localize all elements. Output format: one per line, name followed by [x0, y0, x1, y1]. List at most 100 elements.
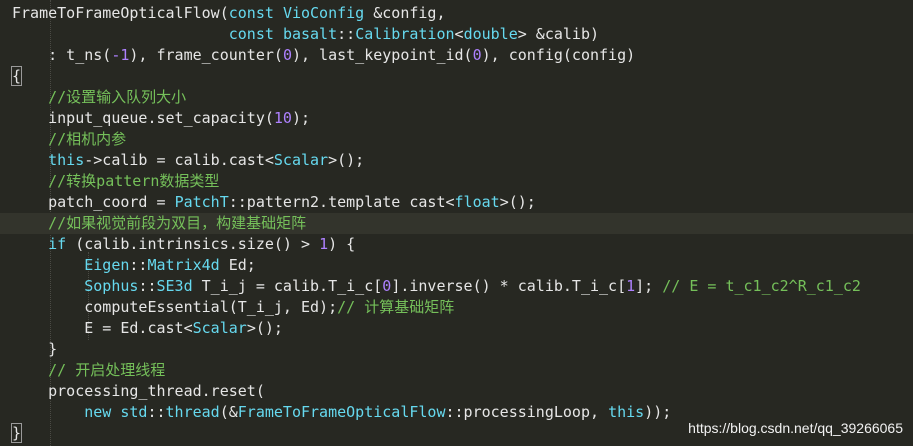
code-token: Ed;: [219, 256, 256, 274]
code-token: ), frame_counter(: [129, 46, 283, 64]
code-token: 1: [319, 235, 329, 253]
watermark-text: https://blog.csdn.net/qq_39266065: [688, 420, 903, 436]
code-token: // 计算基础矩阵: [337, 298, 455, 316]
code-token: : t_ns(: [12, 46, 112, 64]
code-token: ->calib = calib.cast<: [84, 151, 274, 169]
code-line[interactable]: {: [10, 66, 23, 87]
code-token: FrameToFrameOpticalFlow: [12, 4, 220, 22]
code-token: //转换pattern数据类型: [12, 172, 220, 190]
code-line[interactable]: E = Ed.cast<Scalar>();: [12, 318, 283, 339]
code-line[interactable]: new std::thread(&FrameToFrameOpticalFlow…: [12, 402, 671, 423]
code-token: double: [463, 25, 518, 43]
code-token: ), last_keypoint_id(: [291, 46, 473, 64]
code-token: ];: [635, 277, 663, 295]
code-line[interactable]: }: [12, 339, 57, 360]
code-token: 0: [472, 46, 482, 64]
code-token: ));: [644, 403, 672, 421]
code-token: PatchT: [174, 193, 229, 211]
code-line[interactable]: }: [10, 423, 23, 444]
code-token: this: [608, 403, 645, 421]
code-line[interactable]: const basalt::Calibration<double> &calib…: [12, 24, 599, 45]
code-token: -1: [111, 46, 130, 64]
code-token: SE3d: [156, 277, 193, 295]
code-token: //如果视觉前段为双目，构建基础矩阵: [12, 214, 307, 232]
code-token: Calibration: [355, 25, 455, 43]
code-token: input_queue.set_capacity(: [12, 109, 274, 127]
code-line[interactable]: processing_thread.reset(: [12, 381, 265, 402]
code-editor[interactable]: FrameToFrameOpticalFlow(const VioConfig …: [0, 0, 913, 446]
code-token: ), config(config): [481, 46, 636, 64]
code-token: ::processingLoop,: [445, 403, 609, 421]
code-token: (: [219, 4, 229, 22]
code-token: ::pattern2.template cast<: [228, 193, 455, 211]
code-token: 1: [626, 277, 636, 295]
code-token: ::: [129, 256, 148, 274]
code-token: this: [48, 151, 85, 169]
code-token: }: [12, 340, 58, 358]
code-line[interactable]: FrameToFrameOpticalFlow(const VioConfig …: [12, 3, 446, 24]
code-line[interactable]: computeEssential(T_i_j, Ed);// 计算基础矩阵: [12, 297, 454, 318]
code-token: 0: [382, 277, 392, 295]
code-token: new: [84, 403, 112, 421]
code-token: const: [228, 25, 283, 43]
code-token: float: [454, 193, 500, 211]
code-token: const: [228, 4, 283, 22]
code-token: ::: [337, 25, 356, 43]
code-token: }: [10, 423, 23, 443]
code-line[interactable]: Eigen::Matrix4d Ed;: [12, 255, 256, 276]
code-token: Matrix4d: [147, 256, 220, 274]
code-token: >();: [246, 319, 283, 337]
code-token: ::: [147, 403, 166, 421]
code-line[interactable]: Sophus::SE3d T_i_j = calib.T_i_c[0].inve…: [12, 276, 861, 297]
code-token: basalt: [282, 25, 338, 43]
code-token: std: [120, 403, 148, 421]
code-token: Eigen: [84, 256, 130, 274]
code-line[interactable]: patch_coord = PatchT::pattern2.template …: [12, 192, 536, 213]
code-token: // E = t_c1_c2^R_c1_c2: [662, 277, 861, 295]
code-token: FrameToFrameOpticalFlow: [237, 403, 446, 421]
code-token: Sophus: [84, 277, 139, 295]
code-token: E = Ed.cast<: [12, 319, 193, 337]
code-token: thread: [165, 403, 220, 421]
code-line[interactable]: //设置输入队列大小: [12, 87, 186, 108]
code-token: ].inverse() * calib.T_i_c[: [391, 277, 627, 295]
code-token: 0: [282, 46, 292, 64]
code-token: VioConfig: [282, 4, 374, 22]
code-line[interactable]: this->calib = calib.cast<Scalar>();: [12, 150, 364, 171]
code-token: patch_coord =: [12, 193, 175, 211]
code-token: processing_thread.reset(: [12, 382, 265, 400]
code-token: (&: [219, 403, 238, 421]
code-token: &config,: [373, 4, 446, 22]
code-token: if: [48, 235, 67, 253]
code-token: 10: [273, 109, 292, 127]
code-token: //相机内参: [12, 130, 127, 148]
code-line[interactable]: //相机内参: [12, 129, 126, 150]
code-token: (calib.intrinsics.size() >: [66, 235, 320, 253]
code-token: >();: [499, 193, 536, 211]
code-line[interactable]: // 开启处理线程: [12, 360, 165, 381]
code-line[interactable]: if (calib.intrinsics.size() > 1) {: [12, 234, 355, 255]
code-token: ::: [138, 277, 157, 295]
code-token: Scalar: [273, 151, 329, 169]
code-token: // 开启处理线程: [12, 361, 166, 379]
code-token: > &calib): [517, 25, 600, 43]
code-token: T_i_j = calib.T_i_c[: [192, 277, 383, 295]
code-line[interactable]: input_queue.set_capacity(10);: [12, 108, 310, 129]
code-line[interactable]: : t_ns(-1), frame_counter(0), last_keypo…: [12, 45, 635, 66]
code-line[interactable]: //转换pattern数据类型: [12, 171, 219, 192]
code-token: >();: [328, 151, 365, 169]
code-token: <: [454, 25, 464, 43]
code-token: //设置输入队列大小: [12, 88, 187, 106]
code-token: {: [10, 66, 23, 86]
code-token: computeEssential(T_i_j, Ed);: [12, 298, 338, 316]
code-token: Scalar: [192, 319, 247, 337]
code-token: ) {: [328, 235, 356, 253]
code-token: );: [291, 109, 311, 127]
code-line[interactable]: //如果视觉前段为双目，构建基础矩阵: [0, 213, 913, 234]
